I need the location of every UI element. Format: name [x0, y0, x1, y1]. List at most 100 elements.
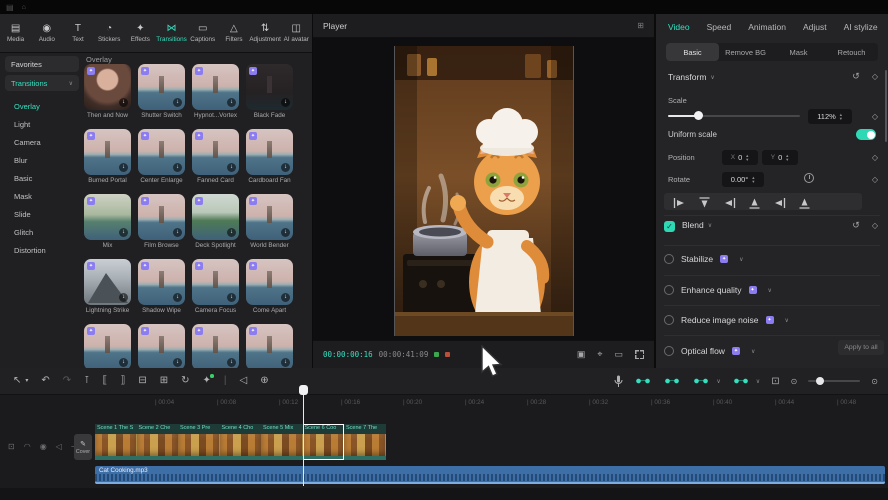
download-icon[interactable]: ↓ [173, 358, 182, 367]
toolbar-item-adjustment[interactable]: ⇅Adjustment [250, 24, 280, 43]
position-x-field[interactable]: X 0 ▲▼ [722, 150, 758, 165]
transition-thumb-camera-focus[interactable]: ✦↓ [192, 259, 239, 305]
player-display-icon[interactable]: ⊞ [637, 21, 644, 30]
apply-to-all-button[interactable]: Apply to all [838, 340, 884, 355]
clip-scene-5-mix[interactable]: Scene 5 Mix [261, 424, 303, 460]
download-icon[interactable]: ↓ [281, 228, 290, 237]
position-y-stepper[interactable]: ▲▼ [785, 154, 789, 162]
position-keyframe-icon[interactable]: ◇ [872, 153, 878, 162]
freeze-frame-icon[interactable]: ↻ [181, 376, 189, 386]
transition-thumb-cardboard-fan[interactable]: ✦↓ [246, 129, 293, 175]
center-horizontal-icon[interactable] [773, 196, 786, 208]
transition-thumb-shutter-switch[interactable]: ✦↓ [138, 64, 185, 110]
toolbar-item-media[interactable]: ▤Media [1, 24, 31, 43]
toolbar-item-captions[interactable]: ▭Captions [188, 24, 218, 43]
uniform-scale-toggle[interactable] [856, 129, 876, 140]
clip-scene-6-coo[interactable]: Scene 6 Coo [303, 424, 345, 460]
zoom-out-icon[interactable]: ⊙ [791, 377, 798, 386]
zoom-in-icon[interactable]: ⊙ [871, 377, 878, 386]
redo-icon[interactable]: ↷ [63, 376, 71, 386]
blend-keyframe-icon[interactable]: ◇ [872, 221, 878, 230]
mute-all-icon[interactable]: ◁ [239, 376, 247, 386]
download-icon[interactable]: ↓ [119, 358, 128, 367]
reset-blend-icon[interactable]: ↺ [852, 220, 860, 231]
download-icon[interactable]: ↓ [281, 293, 290, 302]
tab-speed[interactable]: Speed [707, 22, 732, 32]
transition-thumb-lightning-strike[interactable]: ✦↓ [84, 259, 131, 305]
undo-icon[interactable]: ↶ [41, 376, 49, 386]
chevron-down-icon[interactable]: ∨ [716, 378, 720, 385]
favorites-button[interactable]: Favorites [5, 56, 79, 72]
auto-snap-toggle-icon[interactable] [692, 376, 710, 386]
scale-stepper[interactable]: ▲▼ [839, 113, 843, 121]
panel-scrollbar[interactable] [885, 70, 887, 142]
chevron-down-icon[interactable]: ∨ [751, 348, 755, 355]
clip-scene-7-the[interactable]: Scene 7 The [344, 424, 386, 460]
toolbar-item-stickers[interactable]: ◔Stickers [94, 24, 124, 43]
tab-adjust[interactable]: Adjust [803, 22, 827, 32]
download-icon[interactable]: ↓ [173, 228, 182, 237]
transition-thumb-center-enlarge[interactable]: ✦↓ [138, 129, 185, 175]
download-icon[interactable]: ↓ [119, 293, 128, 302]
toolbar-item-effects[interactable]: ✦Effects [125, 24, 155, 43]
keyframe-icon[interactable]: ◇ [872, 72, 878, 81]
transition-thumb-then-and-now[interactable]: ✦↓ [84, 64, 131, 110]
position-y-field[interactable]: Y 0 ▲▼ [762, 150, 798, 165]
download-icon[interactable]: ↓ [119, 163, 128, 172]
download-icon[interactable]: ↓ [227, 358, 236, 367]
app-menu-icon[interactable]: ▤ [6, 3, 14, 12]
tab-video[interactable]: Video [668, 22, 690, 32]
subtab-mask[interactable]: Mask [772, 43, 825, 61]
magnetic-timeline-toggle-icon[interactable] [634, 376, 652, 386]
video-preview[interactable] [394, 46, 574, 336]
cover-button[interactable]: ✎ Cover [74, 434, 92, 460]
clip-scene-3-pre[interactable]: Scene 3 Pre [178, 424, 220, 460]
clip-scene-2-che[interactable]: Scene 2 Che [137, 424, 179, 460]
download-icon[interactable]: ↓ [173, 293, 182, 302]
chevron-down-icon[interactable]: ∨ [756, 378, 760, 385]
transition-thumb-hypnot-vortex[interactable]: ✦↓ [192, 64, 239, 110]
clip-scene-4-cho[interactable]: Scene 4 Cho [220, 424, 262, 460]
download-icon[interactable]: ↓ [227, 98, 236, 107]
preview-quality-icon[interactable]: ▣ [577, 349, 586, 360]
aspect-ratio-icon[interactable]: ▭ [614, 349, 623, 360]
object-tracking-icon[interactable]: ⌖ [597, 349, 602, 360]
select-tool-icon[interactable]: ↖ [13, 376, 21, 386]
subtab-retouch[interactable]: Retouch [825, 43, 878, 61]
subtab-basic[interactable]: Basic [666, 43, 719, 61]
transition-thumb-film-browse[interactable]: ✦↓ [138, 194, 185, 240]
chevron-down-icon[interactable]: ∨ [739, 256, 743, 263]
sidebar-item-light[interactable]: Light [14, 120, 30, 129]
trim-left-icon[interactable]: ⟦ [102, 376, 107, 386]
chevron-down-icon[interactable]: ∨ [768, 287, 772, 294]
fit-timeline-icon[interactable]: ⊡ [771, 376, 779, 387]
transition-thumb-mix[interactable]: ✦↓ [84, 194, 131, 240]
download-icon[interactable]: ↓ [173, 163, 182, 172]
download-icon[interactable]: ↓ [281, 98, 290, 107]
tool-dropdown-icon[interactable]: ▾ [25, 376, 28, 386]
chevron-down-icon[interactable]: ∨ [785, 317, 789, 324]
tab-ai-stylize[interactable]: AI stylize [844, 22, 878, 32]
transition-thumb-world-bender[interactable]: ✦↓ [246, 194, 293, 240]
download-icon[interactable]: ↓ [119, 98, 128, 107]
sidebar-item-basic[interactable]: Basic [14, 174, 32, 183]
sidebar-item-slide[interactable]: Slide [14, 210, 31, 219]
blend-checkbox[interactable]: ✓ [664, 221, 675, 232]
checkbox-stabilize[interactable] [664, 254, 674, 264]
transition-thumb-come-apart[interactable]: ✦↓ [246, 259, 293, 305]
download-icon[interactable]: ↓ [227, 293, 236, 302]
checkbox-reduce-image-noise[interactable] [664, 315, 674, 325]
category-dropdown[interactable]: Transitions ∨ [5, 75, 79, 91]
trim-right-icon[interactable]: ⟧ [120, 376, 125, 386]
link-clips-toggle-icon[interactable] [663, 376, 681, 386]
checkbox-optical-flow[interactable] [664, 346, 674, 356]
align-right-icon[interactable] [723, 196, 736, 208]
rotate-stepper[interactable]: ▲▼ [751, 176, 755, 184]
center-vertical-icon[interactable] [798, 196, 811, 208]
lock-track-icon[interactable]: ◠ [24, 442, 31, 451]
sidebar-item-glitch[interactable]: Glitch [14, 228, 33, 237]
align-top-icon[interactable] [698, 196, 711, 208]
download-icon[interactable]: ↓ [281, 358, 290, 367]
chevron-down-icon[interactable]: ∨ [708, 222, 712, 229]
split-icon[interactable]: ⊺ [84, 376, 89, 386]
